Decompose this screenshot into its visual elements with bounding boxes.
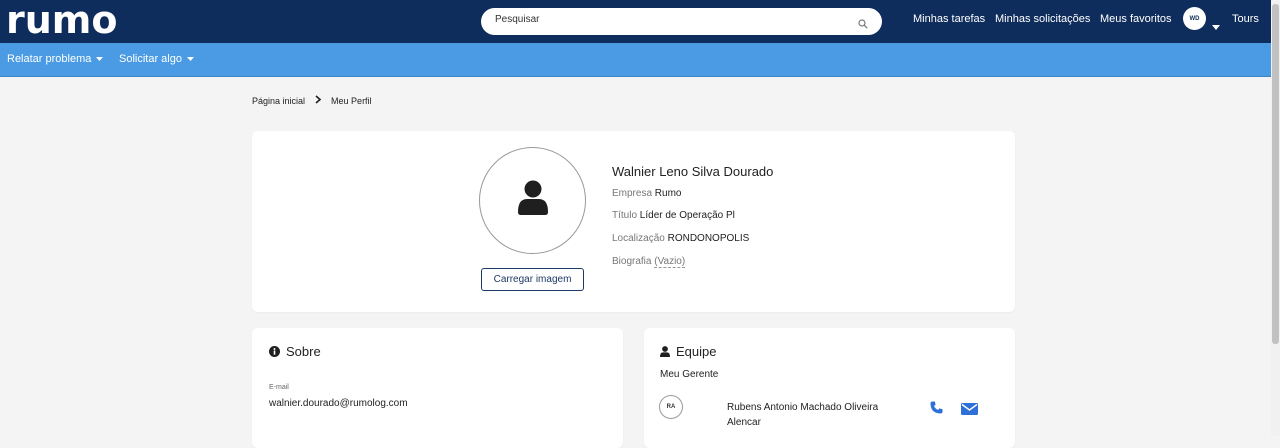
field-label: Localização [612, 233, 665, 244]
team-title: Equipe [660, 344, 716, 359]
manager-section-title: Meu Gerente [660, 369, 719, 380]
manager-name[interactable]: Rubens Antonio Machado Oliveira Alencar [727, 400, 912, 430]
profile-title: Título Líder de Operação Pl [612, 210, 735, 221]
field-value: Rumo [654, 188, 682, 199]
field-value: Líder de Operação Pl [639, 210, 735, 221]
chevron-down-icon [186, 57, 194, 61]
chevron-down-icon[interactable] [1212, 17, 1220, 35]
about-title-text: Sobre [286, 344, 321, 359]
nav-meus-favoritos[interactable]: Meus favoritos [1100, 13, 1172, 25]
team-card: Equipe Meu Gerente RA Rubens Antonio Mac… [644, 328, 1015, 448]
team-title-text: Equipe [676, 344, 717, 359]
field-value: RONDONOPOLIS [667, 233, 750, 244]
profile-card: Carregar imagem Walnier Leno Silva Doura… [252, 131, 1015, 312]
menu-label: Solicitar algo [119, 53, 182, 65]
nav-minhas-solicitacoes[interactable]: Minhas solicitações [995, 13, 1090, 25]
user-icon [518, 180, 548, 215]
info-circle-icon [269, 346, 280, 357]
field-label: Empresa [612, 188, 653, 199]
upload-image-button[interactable]: Carregar imagem [481, 268, 584, 291]
profile-company: Empresa Rumo [612, 188, 681, 199]
chevron-right-icon [315, 95, 322, 106]
svg-text:rumo: rumo [6, 3, 118, 39]
profile-location: Localização RONDONOPOLIS [612, 233, 749, 244]
mail-icon[interactable] [961, 402, 978, 420]
sub-navigation: Relatar problema Solicitar algo [0, 43, 1271, 77]
manager-avatar: RA [659, 395, 683, 419]
breadcrumb-home-link[interactable]: Página inicial [252, 96, 305, 106]
menu-solicitar-algo[interactable]: Solicitar algo [119, 53, 194, 65]
phone-icon[interactable] [930, 401, 943, 419]
search-box [481, 8, 882, 35]
email-value: walnier.dourado@rumolog.com [269, 398, 408, 409]
search-input[interactable] [495, 14, 835, 25]
rumo-logo[interactable]: rumo [6, 2, 124, 40]
nav-minhas-tarefas[interactable]: Minhas tarefas [913, 13, 985, 25]
profile-photo [479, 147, 586, 254]
field-label: Título [612, 210, 638, 221]
profile-biography: Biografia (Vazio) [612, 256, 686, 268]
menu-relatar-problema[interactable]: Relatar problema [7, 53, 104, 65]
menu-label: Relatar problema [7, 53, 92, 65]
scrollbar-thumb[interactable] [1272, 4, 1279, 344]
nav-tours[interactable]: Tours [1232, 13, 1259, 25]
search-icon[interactable] [858, 16, 868, 34]
user-avatar[interactable]: WD [1183, 7, 1206, 30]
top-header: rumo Minhas tarefas Minhas solicitações … [0, 0, 1280, 43]
page-scrollbar[interactable] [1271, 0, 1280, 436]
email-label: E-mail [269, 384, 289, 391]
breadcrumb: Página inicial Meu Perfil [252, 95, 372, 106]
profile-name: Walnier Leno Silva Dourado [612, 164, 774, 179]
chevron-down-icon [96, 57, 104, 61]
about-card: Sobre E-mail walnier.dourado@rumolog.com [252, 328, 623, 448]
breadcrumb-current: Meu Perfil [331, 95, 372, 106]
user-icon [660, 345, 670, 357]
biography-edit-value[interactable]: (Vazio) [654, 256, 686, 268]
field-label: Biografia [612, 256, 652, 267]
about-title: Sobre [269, 344, 321, 359]
